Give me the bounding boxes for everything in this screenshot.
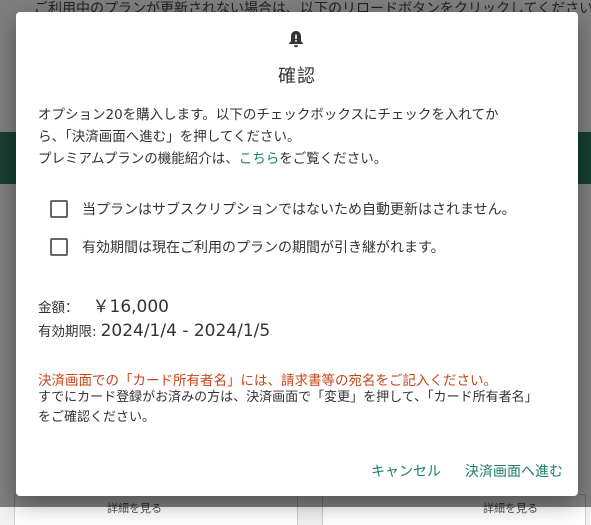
intro-line-3: プレミアムプランの機能紹介は、こちらをご覧ください。 <box>38 148 558 170</box>
intro-line-1: オプション20を購入します。以下のチェックボックスにチェックを入れてか <box>38 107 499 123</box>
dialog-intro: オプション20を購入します。以下のチェックボックスにチェックを入れてか ら、「決… <box>38 104 558 170</box>
proceed-to-payment-button[interactable]: 決済画面へ進む <box>465 461 563 481</box>
intro-line-2: ら、「決済画面へ進む」を押してください。 <box>38 129 301 145</box>
note-line-2: をご確認ください。 <box>38 410 156 425</box>
no-auto-renew-label[interactable]: 当プランはサブスクリプションではないため自動更新はされません。 <box>82 199 516 219</box>
intro-line-3-after: をご覧ください。 <box>279 151 388 167</box>
dialog-title: 確認 <box>278 66 316 87</box>
period-label: 有効期限: <box>38 324 97 340</box>
cancel-button[interactable]: キャンセル <box>371 461 441 481</box>
price-value: ￥16,000 <box>92 297 169 317</box>
period-row: 有効期限: 2024/1/4 - 2024/1/5 <box>38 320 270 341</box>
no-auto-renew-checkbox[interactable] <box>50 200 68 218</box>
cardholder-warning: 決済画面での「カード所有者名」には、請求書等の宛名をご記入ください。 <box>38 373 497 389</box>
dialog-actions: キャンセル 決済画面へ進む <box>371 461 563 481</box>
intro-line-3-before: プレミアムプランの機能紹介は、 <box>38 151 239 167</box>
period-inherit-checkbox[interactable] <box>50 238 68 256</box>
price-label: 金額： <box>38 300 79 316</box>
note-line-1: すでにカード登録がお済みの方は、決済画面で「変更」を押して、「カード所有者名」 <box>38 390 538 405</box>
cardholder-note: すでにカード登録がお済みの方は、決済画面で「変更」を押して、「カード所有者名」 … <box>38 388 568 428</box>
checkbox-row-no-auto-renew[interactable]: 当プランはサブスクリプションではないため自動更新はされません。 <box>50 199 516 219</box>
feature-intro-link[interactable]: こちら <box>239 151 280 167</box>
confirm-dialog: 確認 オプション20を購入します。以下のチェックボックスにチェックを入れてか ら… <box>16 12 578 496</box>
price-row: 金額： ￥16,000 <box>38 292 169 317</box>
period-inherit-label[interactable]: 有効期間は現在ご利用のプランの期間が引き継がれます。 <box>82 237 445 257</box>
period-value: 2024/1/4 - 2024/1/5 <box>100 321 271 341</box>
checkbox-row-period-inherit[interactable]: 有効期間は現在ご利用のプランの期間が引き継がれます。 <box>50 237 445 257</box>
bell-icon <box>289 31 303 48</box>
